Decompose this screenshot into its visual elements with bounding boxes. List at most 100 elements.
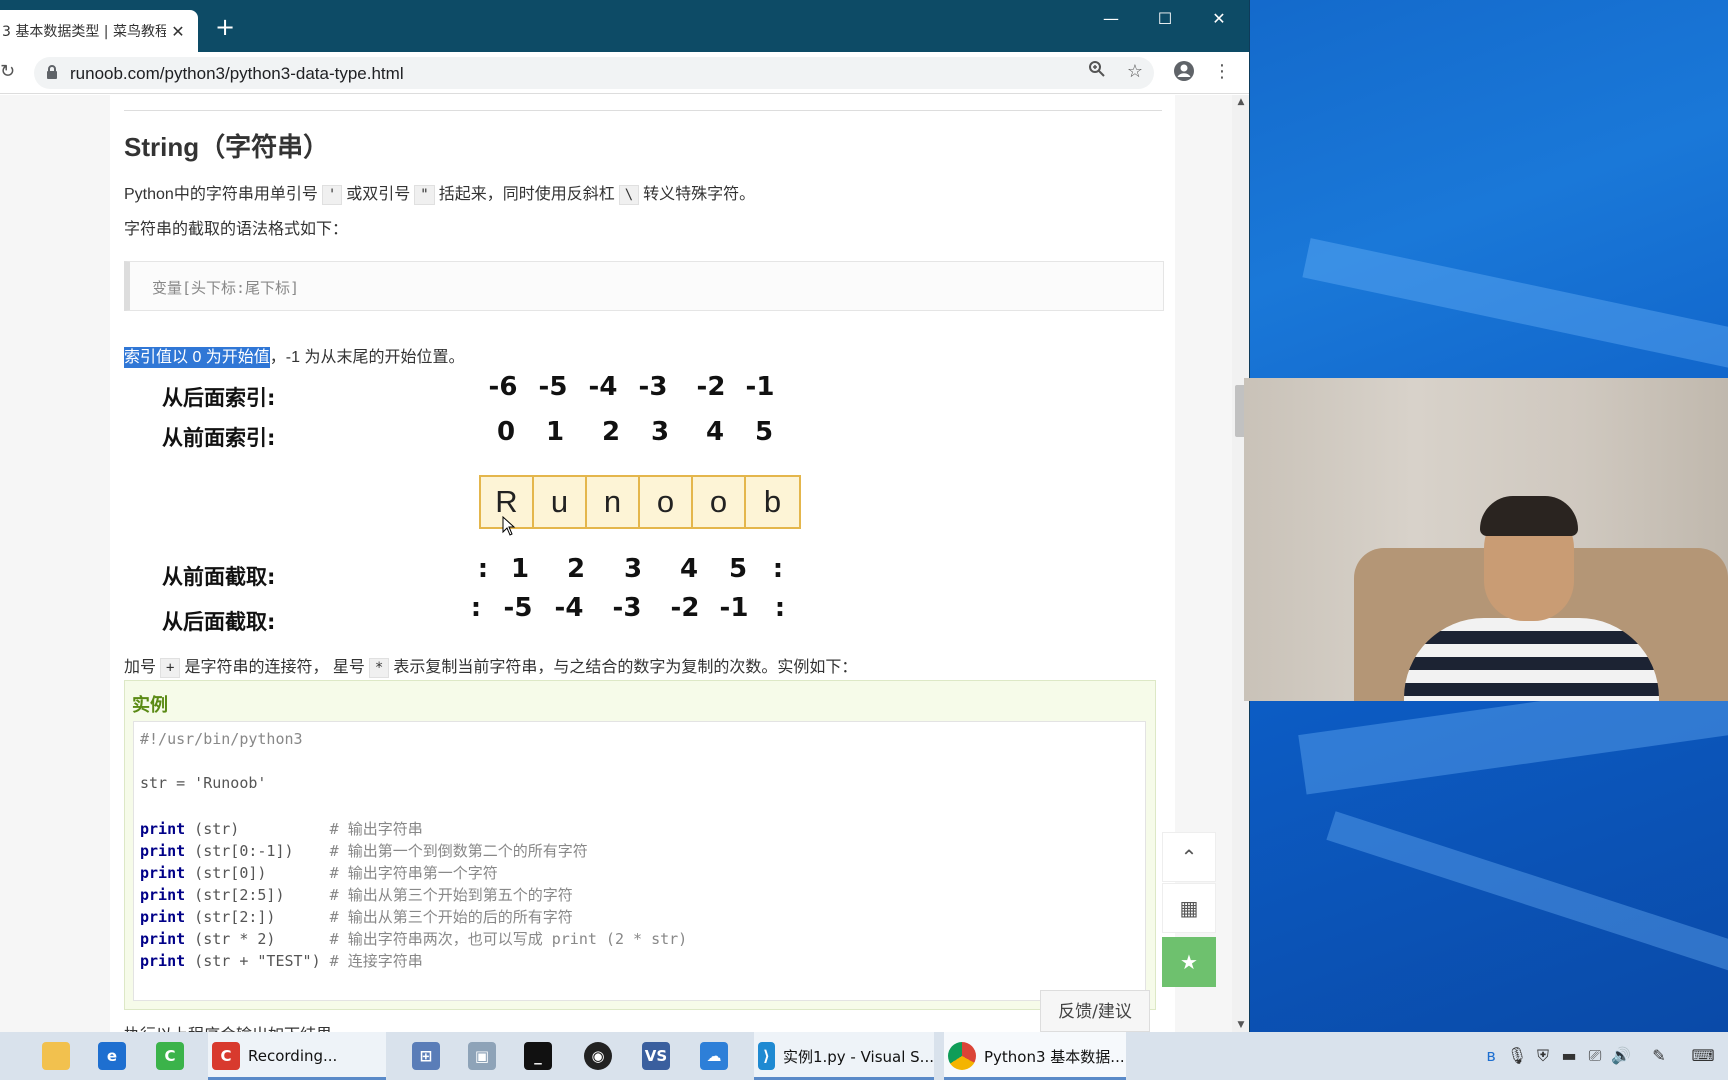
new-tab-button[interactable]: + (212, 14, 238, 40)
letter-box: b (746, 477, 799, 527)
taskbar-chrome[interactable]: Python3 基本数据... (944, 1032, 1126, 1080)
file-explorer-icon[interactable] (36, 1032, 76, 1080)
code-line-print: print (str) # 输出字符串 (140, 818, 423, 839)
code-comment: # 输出从第三个开始的后的所有字符 (329, 908, 573, 926)
volume-icon[interactable]: 🔊 (1610, 1046, 1632, 1065)
code-line-print: print (str[2:5]) # 输出从第三个开始到第五个的字符 (140, 884, 573, 905)
microphone-icon[interactable]: 🎙 (1506, 1046, 1528, 1065)
menu-icon[interactable]: ⋮ (1210, 60, 1234, 84)
minimize-button[interactable]: — (1088, 6, 1134, 32)
back-slice-number: -5 (503, 593, 533, 623)
bookmark-star-icon[interactable]: ☆ (1123, 60, 1147, 84)
network-icon[interactable]: ⎚ (1584, 1046, 1606, 1066)
code-comment: # 输出字符串两次，也可以写成 print (2 * str) (329, 930, 688, 948)
camtasia-icon[interactable]: C (150, 1032, 190, 1080)
tab-title: 3 基本数据类型 | 菜鸟教程 (2, 24, 166, 40)
front-slice-number: 1 (510, 554, 530, 584)
code-comment: # 连接字符串 (329, 952, 423, 970)
front-slice-number: 3 (623, 554, 643, 584)
letter-box: o (693, 477, 746, 527)
image-viewer-icon[interactable]: ▣ (462, 1032, 502, 1080)
back-slice-number: -2 (670, 593, 700, 623)
divider (124, 110, 1162, 111)
index-paragraph-rest: ，-1 为从末尾的开始位置。 (269, 349, 465, 366)
code-keyword: print (140, 886, 186, 904)
keyboard-icon[interactable]: ⌨ (1688, 1046, 1718, 1065)
p1-text: 括起来，同时使用反斜杠 (438, 186, 615, 203)
letter-box: o (640, 477, 693, 527)
feedback-button[interactable]: 反馈/建议 (1040, 990, 1150, 1032)
scroll-down-icon[interactable]: ▼ (1232, 1020, 1249, 1030)
code-comment: # 输出从第三个开始到第五个的字符 (329, 886, 573, 904)
folder-icon (42, 1042, 70, 1070)
page-viewport: String（字符串） Python中的字符串用单引号 ' 或双引号 " 括起来，同时使… (0, 95, 1249, 1032)
label-front-slice: 从前面截取: (162, 565, 276, 589)
qr-code-icon[interactable]: ▦ (1162, 883, 1216, 933)
back-to-top-button[interactable]: ⌃ (1162, 832, 1216, 882)
example-title: 实例 (132, 695, 168, 716)
back-slice-number: -1 (719, 593, 749, 623)
network-app-icon[interactable]: ⊞ (406, 1032, 446, 1080)
terminal-icon[interactable]: _ (518, 1032, 558, 1080)
code-argument: (str[2:5]) (185, 886, 330, 904)
browser-window: 3 基本数据类型 | 菜鸟教程 ✕ + — ☐ ✕ ↻ runoob.com/p… (0, 0, 1250, 1032)
code-argument: (str[2:]) (185, 908, 330, 926)
label-back-index: 从后面索引: (162, 386, 276, 410)
back-slice-number: -3 (612, 593, 642, 623)
code-keyword: print (140, 908, 186, 926)
browser-tab[interactable]: 3 基本数据类型 | 菜鸟教程 ✕ (0, 10, 198, 52)
edge-icon[interactable]: e (92, 1032, 132, 1080)
syntax-code: 变量[头下标:尾下标] (152, 279, 300, 297)
code-line-assign: str = 'Runoob' (140, 774, 266, 792)
front-slice-number: 5 (728, 554, 748, 584)
shield-icon[interactable]: ⛨ (1532, 1046, 1554, 1066)
letter-box: u (534, 477, 587, 527)
back-index-number: -5 (538, 372, 568, 402)
zoom-icon[interactable] (1085, 60, 1109, 84)
bluetooth-icon[interactable]: ʙ (1480, 1046, 1502, 1065)
qq-penguin-icon[interactable]: ◉ (578, 1032, 618, 1080)
favorite-star-button[interactable]: ★ (1162, 937, 1216, 987)
profile-icon[interactable] (1172, 60, 1196, 84)
shebang: #!/usr/bin/python3 (140, 730, 303, 748)
selected-text: 索引值以 0 为开始值 (124, 347, 270, 368)
webcam-overlay (1244, 378, 1728, 701)
address-bar[interactable]: runoob.com/python3/python3-data-type.htm… (34, 57, 1154, 89)
section-title: String（字符串） (124, 132, 330, 162)
syntax-intro-paragraph: 字符串的截取的语法格式如下： (124, 221, 349, 238)
p1-text: 转义特殊字符。 (643, 186, 756, 203)
lock-icon (47, 65, 57, 79)
code-argument: (str + "TEST") (185, 952, 330, 970)
maximize-button[interactable]: ☐ (1142, 6, 1188, 32)
scroll-up-icon[interactable]: ▲ (1232, 97, 1249, 107)
code-line-print: print (str[2:]) # 输出从第三个开始的后的所有字符 (140, 906, 573, 927)
tab-close-icon[interactable]: ✕ (166, 22, 190, 41)
code-line-shebang: #!/usr/bin/python3 (140, 730, 303, 748)
taskbar-vscode[interactable]: ⟩ 实例1.py - Visual S... (754, 1032, 934, 1080)
p4-text: 是字符串的连接符， 星号 (184, 659, 365, 676)
light-beam (1326, 811, 1728, 979)
visual-studio-icon[interactable]: VS (636, 1032, 676, 1080)
battery-icon[interactable]: ▬ (1558, 1046, 1580, 1065)
back-index-number: -6 (488, 372, 518, 402)
front-index-number: 3 (650, 417, 670, 447)
close-window-button[interactable]: ✕ (1196, 6, 1242, 32)
back-index-number: -2 (696, 372, 726, 402)
result-intro-text: 执行以上程序会输出如下结果 (124, 1021, 332, 1032)
cloud-app-icon[interactable]: ☁ (694, 1032, 734, 1080)
code-keyword: print (140, 842, 186, 860)
p4-text: 加号 (124, 659, 157, 676)
label-front-index: 从前面索引: (162, 426, 276, 450)
front-slice-number: : (477, 554, 489, 584)
taskbar-recording[interactable]: C Recording... (208, 1032, 386, 1080)
vscode-label: 实例1.py - Visual S... (782, 1047, 934, 1066)
pen-icon[interactable]: ✎ (1648, 1046, 1670, 1065)
person-hair (1480, 496, 1578, 536)
start-button-edge[interactable] (0, 1032, 12, 1080)
code-comment: # 输出字符串第一个字符 (329, 864, 498, 882)
label-back-slice: 从后面截取: (162, 610, 276, 634)
taskbar: e C C Recording... ⊞ ▣ _ ◉ VS ☁ ⟩ 实例1.py… (0, 1032, 1728, 1080)
back-slice-number: : (774, 593, 786, 623)
reload-icon[interactable]: ↻ (0, 61, 16, 82)
code-line-print: print (str * 2) # 输出字符串两次，也可以写成 print (2… (140, 928, 687, 949)
